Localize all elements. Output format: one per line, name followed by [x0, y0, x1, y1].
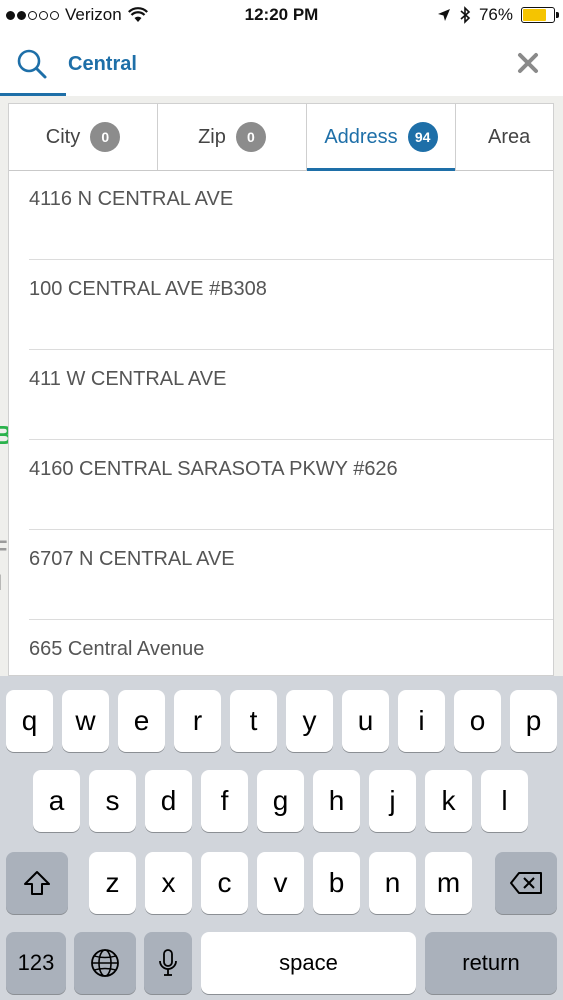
- numbers-key-label: 123: [17, 950, 55, 975]
- key-j[interactable]: j: [369, 770, 416, 832]
- battery-level: [523, 9, 546, 21]
- key-o[interactable]: o: [454, 690, 501, 752]
- count-badge: 0: [90, 122, 121, 152]
- tab-label: Address: [324, 125, 398, 148]
- space-key[interactable]: space: [201, 932, 416, 994]
- search-input[interactable]: [68, 50, 488, 78]
- key-e[interactable]: e: [118, 690, 165, 752]
- space-key-label: space: [279, 950, 338, 975]
- key-c[interactable]: c: [201, 852, 248, 914]
- key-g[interactable]: g: [257, 770, 304, 832]
- key-f[interactable]: f: [201, 770, 248, 832]
- key-i[interactable]: i: [398, 690, 445, 752]
- list-item[interactable]: 6707 N CENTRAL AVE: [29, 530, 553, 620]
- key-z[interactable]: z: [89, 852, 136, 914]
- key-q[interactable]: q: [6, 690, 53, 752]
- shift-key[interactable]: [6, 852, 68, 914]
- delete-key[interactable]: [495, 852, 557, 914]
- status-right: 76%: [437, 5, 559, 25]
- key-h[interactable]: h: [313, 770, 360, 832]
- key-v[interactable]: v: [257, 852, 304, 914]
- tab-label: City: [45, 125, 81, 148]
- keyboard: q w e r t y u i o p a s d f g h j k l z …: [0, 676, 563, 1000]
- key-r[interactable]: r: [174, 690, 221, 752]
- key-t[interactable]: t: [230, 690, 277, 752]
- key-k[interactable]: k: [425, 770, 472, 832]
- return-key-label: return: [462, 950, 520, 975]
- status-bar: Verizon 12:20 PM 76%: [0, 0, 563, 32]
- key-w[interactable]: w: [62, 690, 109, 752]
- key-m[interactable]: m: [425, 852, 472, 914]
- tab-label: Area: [488, 125, 531, 148]
- key-s[interactable]: s: [89, 770, 136, 832]
- key-u[interactable]: u: [342, 690, 389, 752]
- return-key[interactable]: return: [425, 932, 557, 994]
- search-icon[interactable]: [16, 48, 48, 80]
- tab-city[interactable]: City 0: [9, 104, 158, 170]
- key-n[interactable]: n: [369, 852, 416, 914]
- globe-icon: [91, 949, 119, 977]
- map-label-fragment: F: [0, 536, 8, 561]
- search-bar: [0, 32, 563, 96]
- search-results-panel: City 0 Zip 0 Address 94 Area 4116 N CENT…: [8, 103, 554, 676]
- count-badge: 94: [407, 122, 438, 152]
- numbers-key[interactable]: 123: [6, 932, 66, 994]
- tab-label: Zip: [198, 125, 226, 148]
- globe-key[interactable]: [74, 932, 136, 994]
- list-item[interactable]: 665 Central Avenue: [29, 620, 553, 675]
- close-icon[interactable]: [515, 50, 541, 76]
- location-arrow-icon: [437, 9, 450, 21]
- list-item[interactable]: 4160 CENTRAL SARASOTA PKWY #626: [29, 440, 553, 530]
- key-x[interactable]: x: [145, 852, 192, 914]
- key-d[interactable]: d: [145, 770, 192, 832]
- tab-area[interactable]: Area: [456, 104, 553, 170]
- key-l[interactable]: l: [481, 770, 528, 832]
- battery-percent: 76%: [478, 5, 513, 24]
- list-item[interactable]: 4116 N CENTRAL AVE: [29, 170, 553, 260]
- dictation-key[interactable]: [144, 932, 192, 994]
- backspace-icon: [510, 872, 542, 894]
- results-list: 4116 N CENTRAL AVE 100 CENTRAL AVE #B308…: [9, 170, 553, 675]
- tab-zip[interactable]: Zip 0: [158, 104, 307, 170]
- list-item[interactable]: 100 CENTRAL AVE #B308: [29, 260, 553, 350]
- key-p[interactable]: p: [510, 690, 557, 752]
- key-y[interactable]: y: [286, 690, 333, 752]
- microphone-icon: [159, 949, 177, 976]
- count-badge: 0: [235, 122, 266, 152]
- battery-icon: [521, 7, 559, 23]
- list-item[interactable]: 411 W CENTRAL AVE: [29, 350, 553, 440]
- map-label-fragment: I: [0, 570, 2, 596]
- shift-icon: [24, 871, 50, 895]
- tab-address[interactable]: Address 94: [307, 104, 456, 171]
- result-tabs: City 0 Zip 0 Address 94 Area: [9, 104, 553, 171]
- key-a[interactable]: a: [33, 770, 80, 832]
- bluetooth-icon: [460, 6, 471, 24]
- key-b[interactable]: b: [313, 852, 360, 914]
